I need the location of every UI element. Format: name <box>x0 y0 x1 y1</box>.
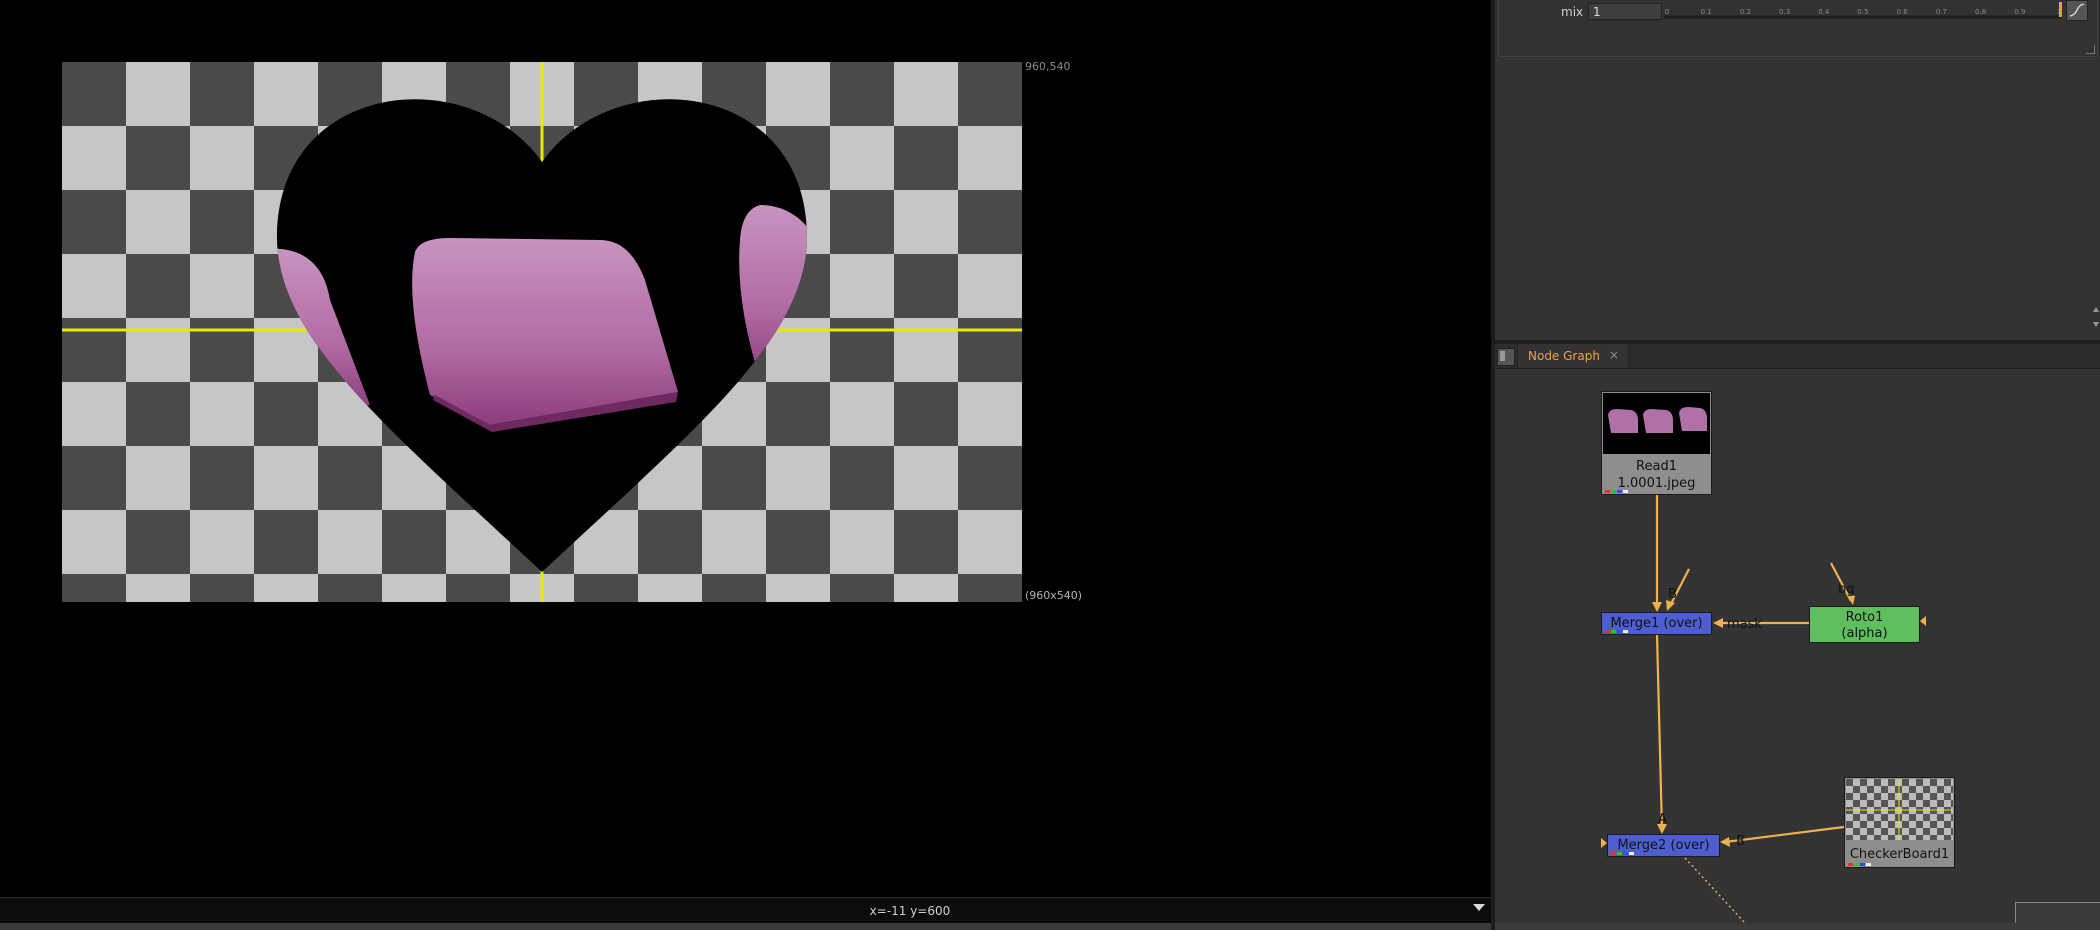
center-cushion <box>412 238 678 425</box>
properties-scroll-arrows[interactable] <box>2092 300 2100 340</box>
merge2-a-input-label: A <box>1658 812 1667 827</box>
node-checkerboard1[interactable]: CheckerBoard1 <box>1844 777 1955 868</box>
mix-tick-label: 0.5 <box>1857 8 1868 16</box>
viewer-canvas <box>62 62 1022 602</box>
cursor-coordinates: x=-11 y=600 <box>869 904 951 918</box>
tab-node-graph-label: Node Graph <box>1528 349 1600 363</box>
mix-label: mix <box>1561 5 1584 19</box>
tab-node-graph[interactable]: Node Graph × <box>1517 344 1629 368</box>
mix-tick-label: 0 <box>1665 8 1669 16</box>
mix-tick-label: 0.7 <box>1936 8 1947 16</box>
edge-merge2-output <box>1684 857 1746 923</box>
mix-tick-label: 0.3 <box>1779 8 1790 16</box>
roto1-name: Roto1 <box>1845 610 1884 625</box>
format-corner-label: 960,540 <box>1025 60 1071 73</box>
roto-bg-input-label: bg <box>1838 582 1855 597</box>
mix-tick-label: 0.8 <box>1975 8 1986 16</box>
checkerboard1-name: CheckerBoard1 <box>1849 847 1950 862</box>
node-roto1[interactable]: Roto1 (alpha) <box>1809 606 1920 643</box>
curve-icon <box>2069 3 2085 17</box>
viewer-status-bar: x=-11 y=600 <box>0 897 1491 924</box>
viewer[interactable]: 960,540 (960x540) x=-11 y=600 <box>0 0 1491 930</box>
mix-slider-ticks: 00.10.20.30.40.50.60.70.80.91 <box>1665 8 2061 16</box>
mix-tick-label: 0.1 <box>1701 8 1712 16</box>
node-graph-minimap[interactable] <box>2015 902 2100 923</box>
merge2-b-input-label: B <box>1736 834 1745 849</box>
mix-tick-label: 0.4 <box>1818 8 1830 16</box>
mix-tick-label: 0.2 <box>1740 8 1751 16</box>
edge-merge1-to-merge2 <box>1655 634 1664 831</box>
mix-tick-label: 0.6 <box>1897 8 1909 16</box>
merge1-b-input-label: B <box>1668 587 1677 602</box>
bottom-strip <box>0 923 2100 930</box>
animation-curve-button[interactable] <box>2066 0 2088 21</box>
properties-panel: mix 00.10.20.30.40.50.60.70.80.91 <box>1495 0 2100 340</box>
node-merge1[interactable]: Merge1 (over) <box>1601 612 1712 635</box>
node-read1[interactable]: Read1 1.0001.jpeg <box>1601 391 1712 495</box>
node-graph-edges <box>1601 495 1926 923</box>
node-merge2[interactable]: Merge2 (over) <box>1607 834 1720 857</box>
dropdown-arrow-icon[interactable] <box>1473 904 1485 911</box>
panel-menu-icon[interactable] <box>1497 348 1515 366</box>
mix-slider-handle[interactable] <box>2059 2 2062 17</box>
checker-thumbnail <box>1846 779 1953 840</box>
mix-tick-label: 0.9 <box>2014 8 2025 16</box>
roto1-sub: (alpha) <box>1841 626 1888 641</box>
read1-name: Read1 <box>1636 459 1677 474</box>
tab-bar: Node Graph × <box>1495 344 2100 369</box>
merge-properties: mix 00.10.20.30.40.50.60.70.80.91 <box>1498 0 2098 57</box>
node-graph-panel[interactable]: Node Graph × Read1 1.0001.jpeg Merge1 (o… <box>1495 344 2100 923</box>
read-thumbnail <box>1603 393 1710 454</box>
close-icon[interactable]: × <box>1609 348 1619 362</box>
format-size-label: (960x540) <box>1025 589 1083 602</box>
mix-slider[interactable]: 00.10.20.30.40.50.60.70.80.91 <box>1664 4 2062 20</box>
resize-grip-icon[interactable] <box>2086 45 2095 54</box>
mix-input[interactable] <box>1588 3 1662 20</box>
mask-input-label: mask <box>1727 617 1762 632</box>
